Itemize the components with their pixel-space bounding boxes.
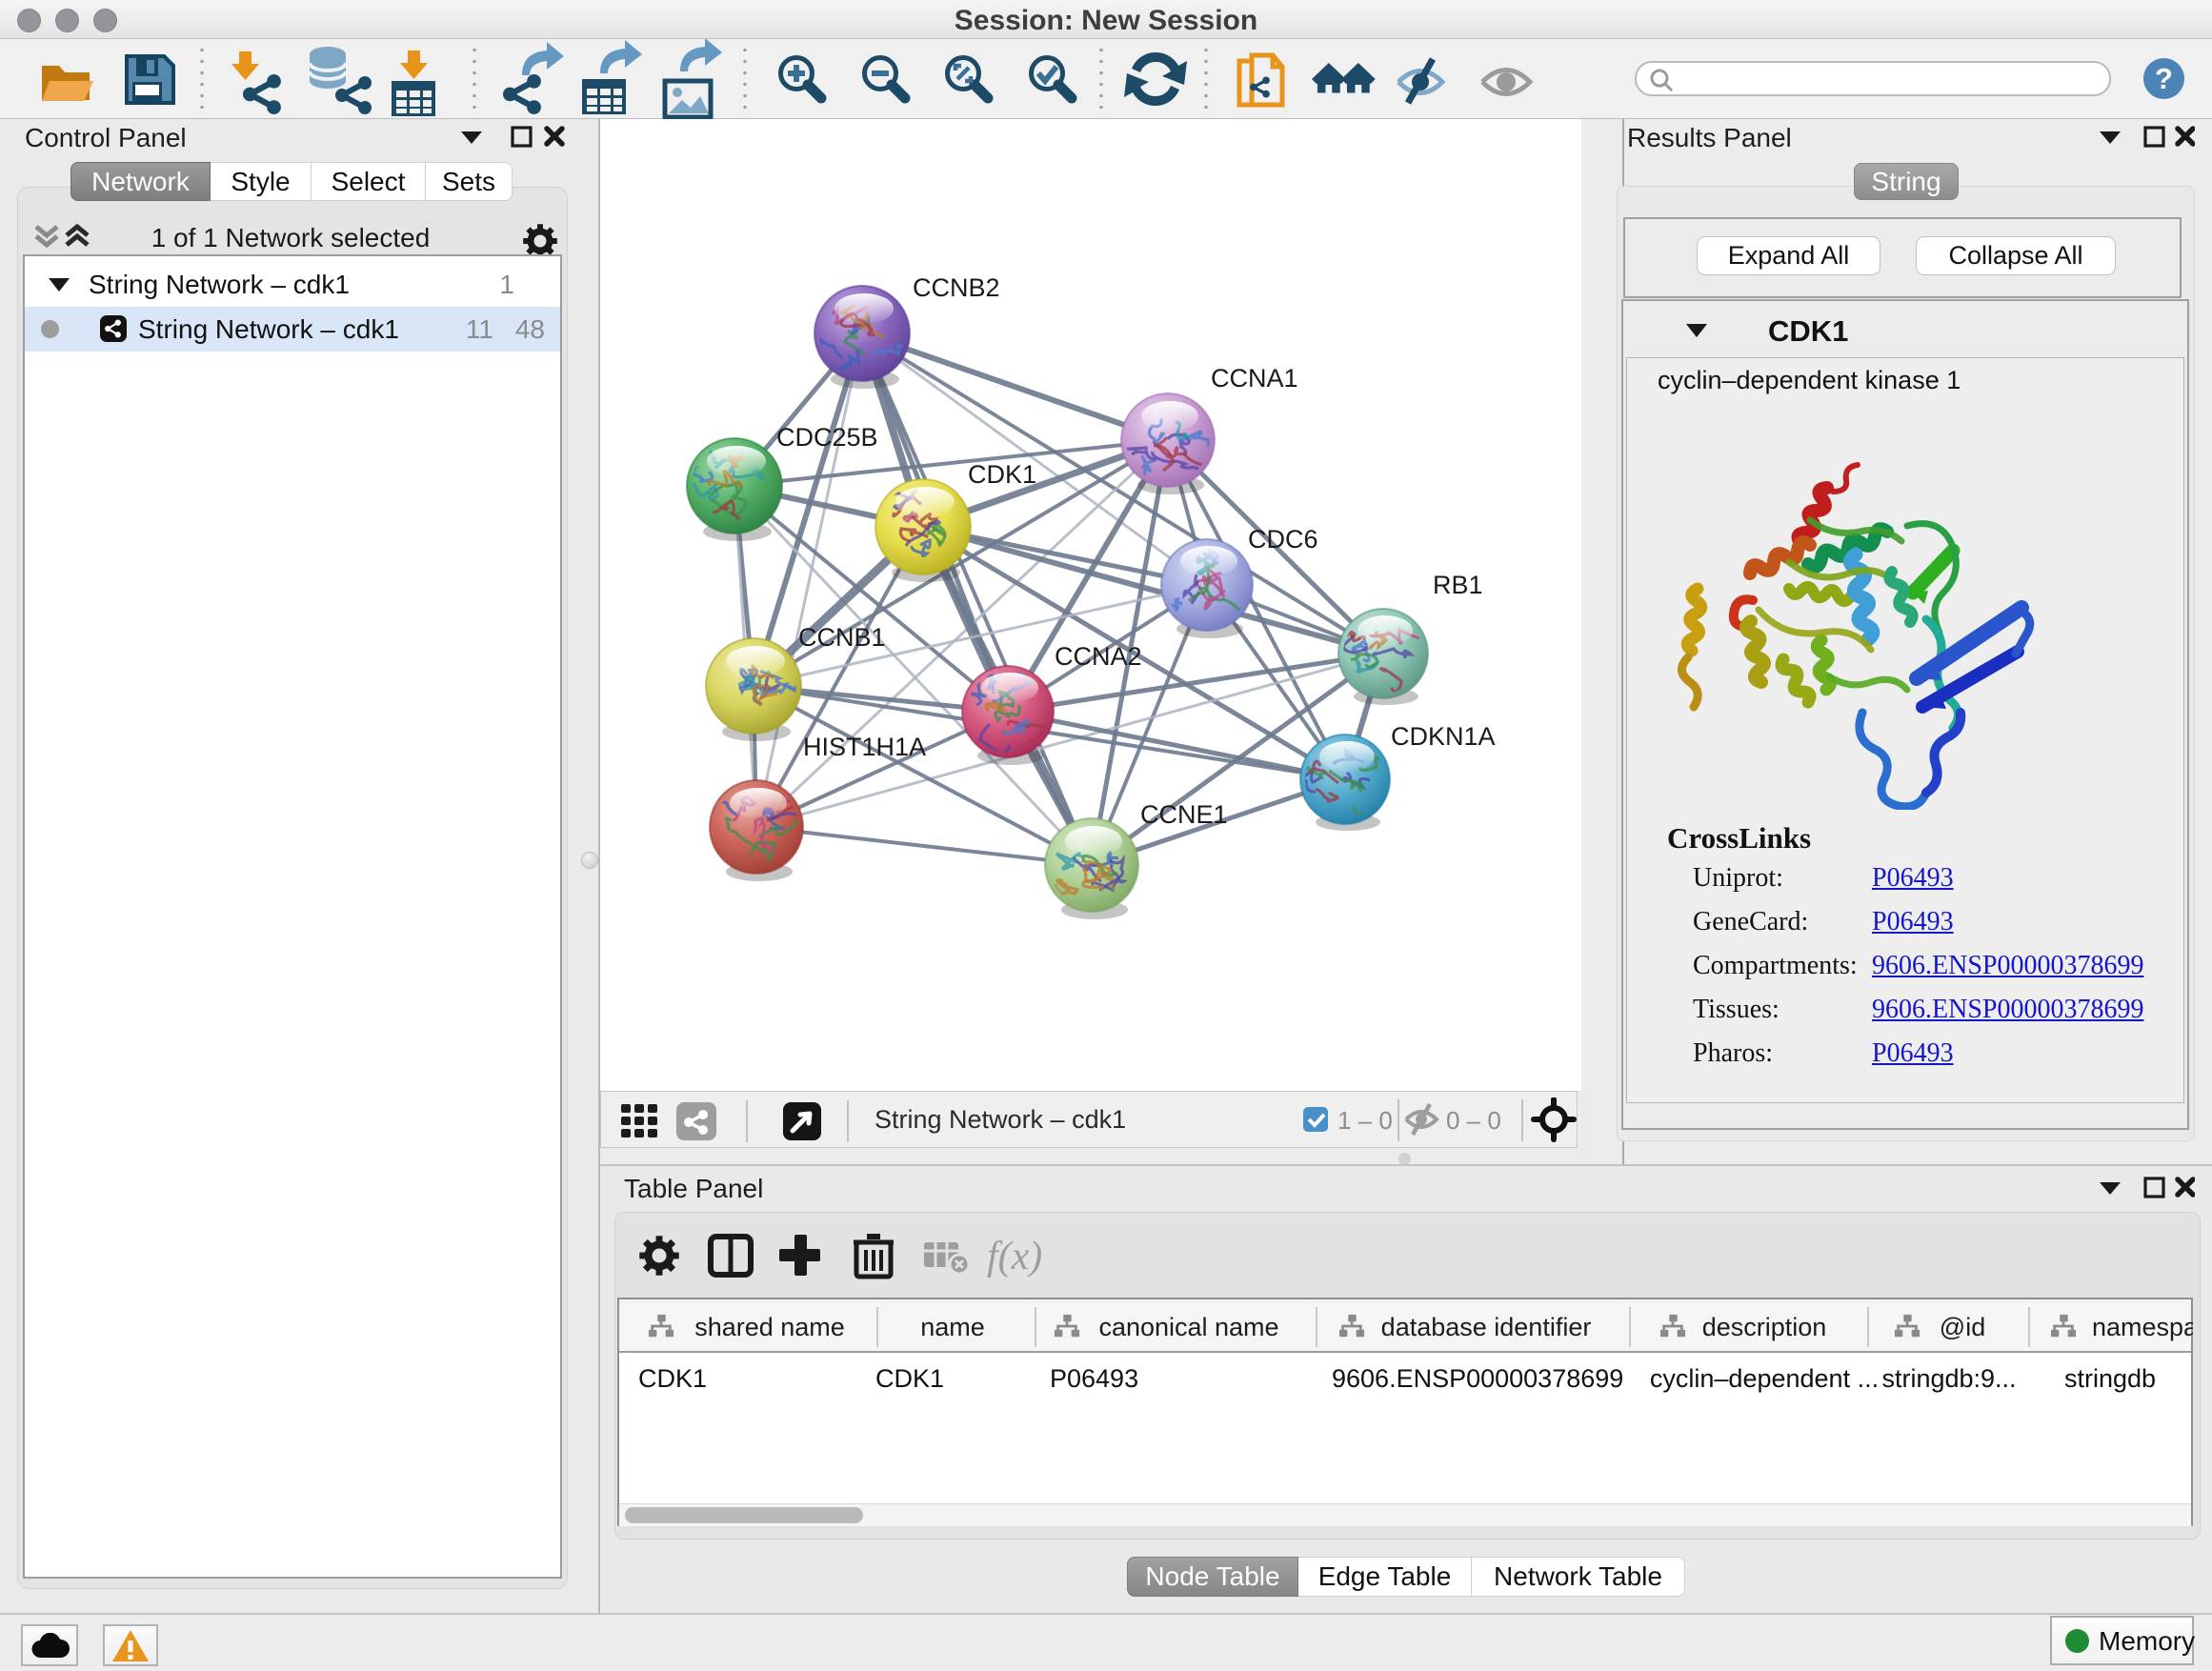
svg-text:CCNB2: CCNB2 [913, 273, 1000, 302]
svg-text:0 – 0: 0 – 0 [1446, 1106, 1501, 1135]
svg-text:RB1: RB1 [1433, 571, 1483, 599]
svg-text:1 – 0: 1 – 0 [1337, 1106, 1393, 1135]
svg-text:f(x): f(x) [987, 1235, 1042, 1278]
svg-text:CCNA1: CCNA1 [1211, 364, 1298, 393]
svg-text:CCNA2: CCNA2 [1055, 642, 1142, 671]
svg-text:CDC25B: CDC25B [776, 423, 878, 452]
svg-text:CCNB1: CCNB1 [798, 623, 886, 652]
svg-text:HIST1H1A: HIST1H1A [803, 733, 926, 761]
svg-text:CCNE1: CCNE1 [1140, 800, 1228, 829]
svg-text:CDK1: CDK1 [968, 460, 1036, 489]
svg-text:CDC6: CDC6 [1248, 525, 1318, 554]
svg-text:CDKN1A: CDKN1A [1391, 722, 1496, 751]
